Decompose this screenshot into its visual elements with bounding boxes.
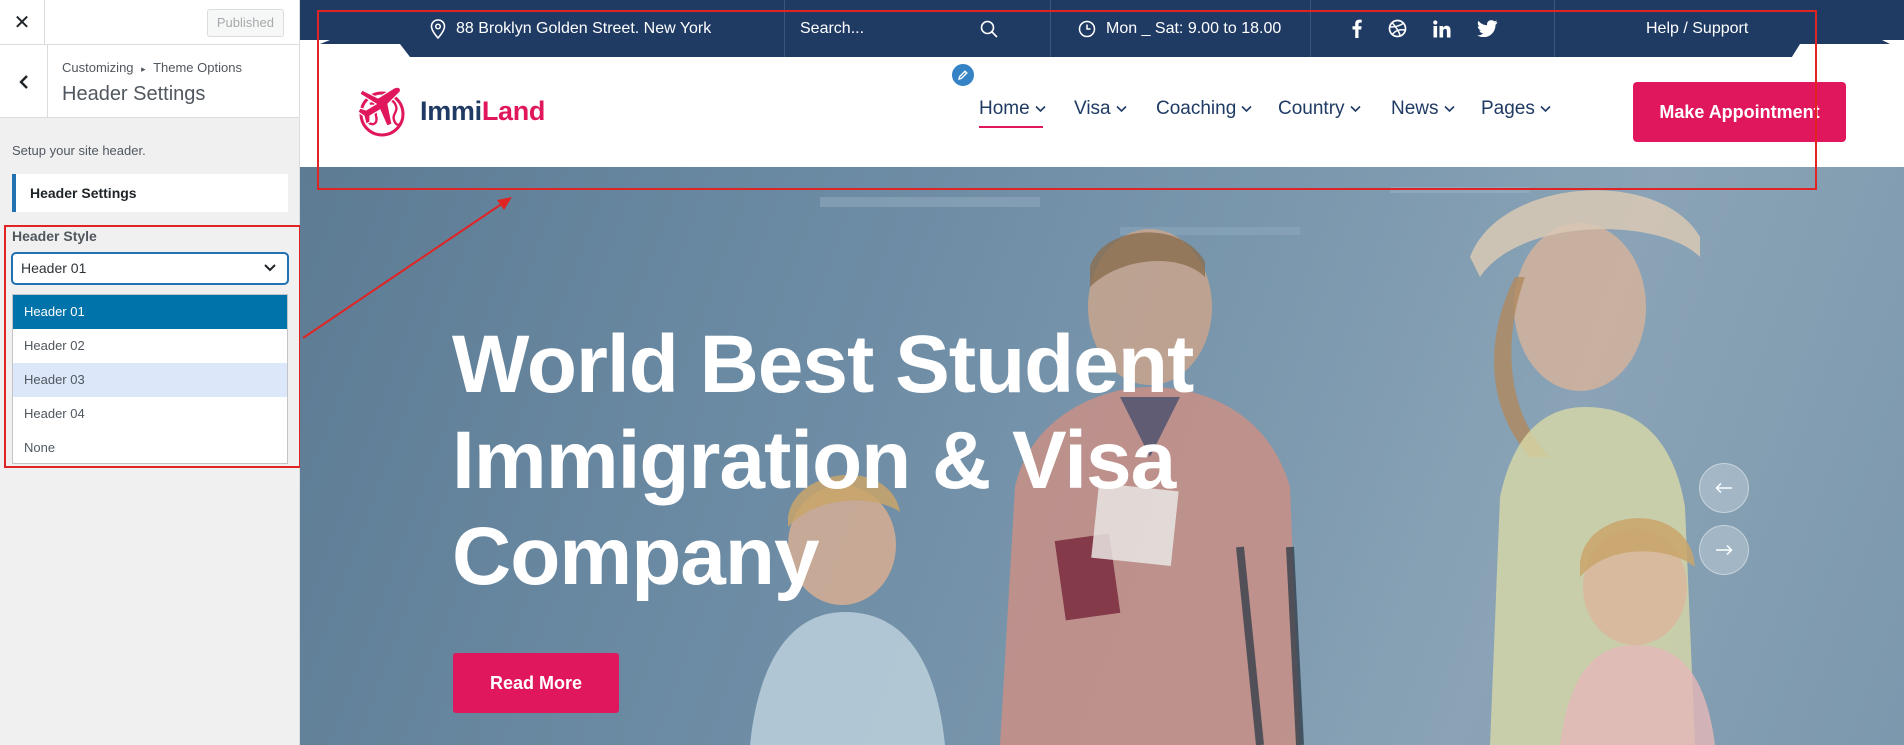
customizer-header-bar: ✕ Published: [0, 0, 299, 45]
slider-prev-button[interactable]: [1699, 463, 1749, 513]
panel-header: Customizing ▸ Theme Options Header Setti…: [0, 45, 299, 118]
hero-title: World Best Student Immigration & Visa Co…: [452, 317, 1212, 605]
annotation-box: [4, 225, 301, 468]
hero-title-line: Company: [452, 511, 820, 602]
close-icon[interactable]: ✕: [0, 0, 45, 45]
hero-title-line: World Best Student: [452, 319, 1194, 410]
breadcrumb: Customizing ▸ Theme Options: [62, 60, 242, 75]
arrow-right-icon: [1716, 544, 1733, 556]
chevron-left-icon: [18, 74, 28, 89]
annotation-box: [317, 10, 1817, 190]
panel-title: Header Settings: [62, 83, 206, 105]
read-more-button[interactable]: Read More: [453, 653, 619, 713]
back-button[interactable]: [0, 45, 48, 118]
slider-next-button[interactable]: [1699, 525, 1749, 575]
panel-description: Setup your site header.: [12, 143, 146, 158]
site-preview: 88 Broklyn Golden Street. New York Mon _…: [300, 0, 1904, 745]
breadcrumb-separator: ▸: [141, 64, 146, 74]
published-button[interactable]: Published: [206, 9, 284, 37]
breadcrumb-item: Customizing: [62, 60, 134, 75]
customizer-sidebar: ✕ Published Customizing ▸ Theme Options …: [0, 0, 301, 745]
breadcrumb-item: Theme Options: [153, 60, 242, 75]
section-heading: Header Settings: [12, 174, 288, 212]
hero-title-line: Immigration & Visa: [452, 415, 1176, 506]
hero-section: World Best Student Immigration & Visa Co…: [300, 167, 1904, 745]
arrow-left-icon: [1715, 482, 1732, 494]
